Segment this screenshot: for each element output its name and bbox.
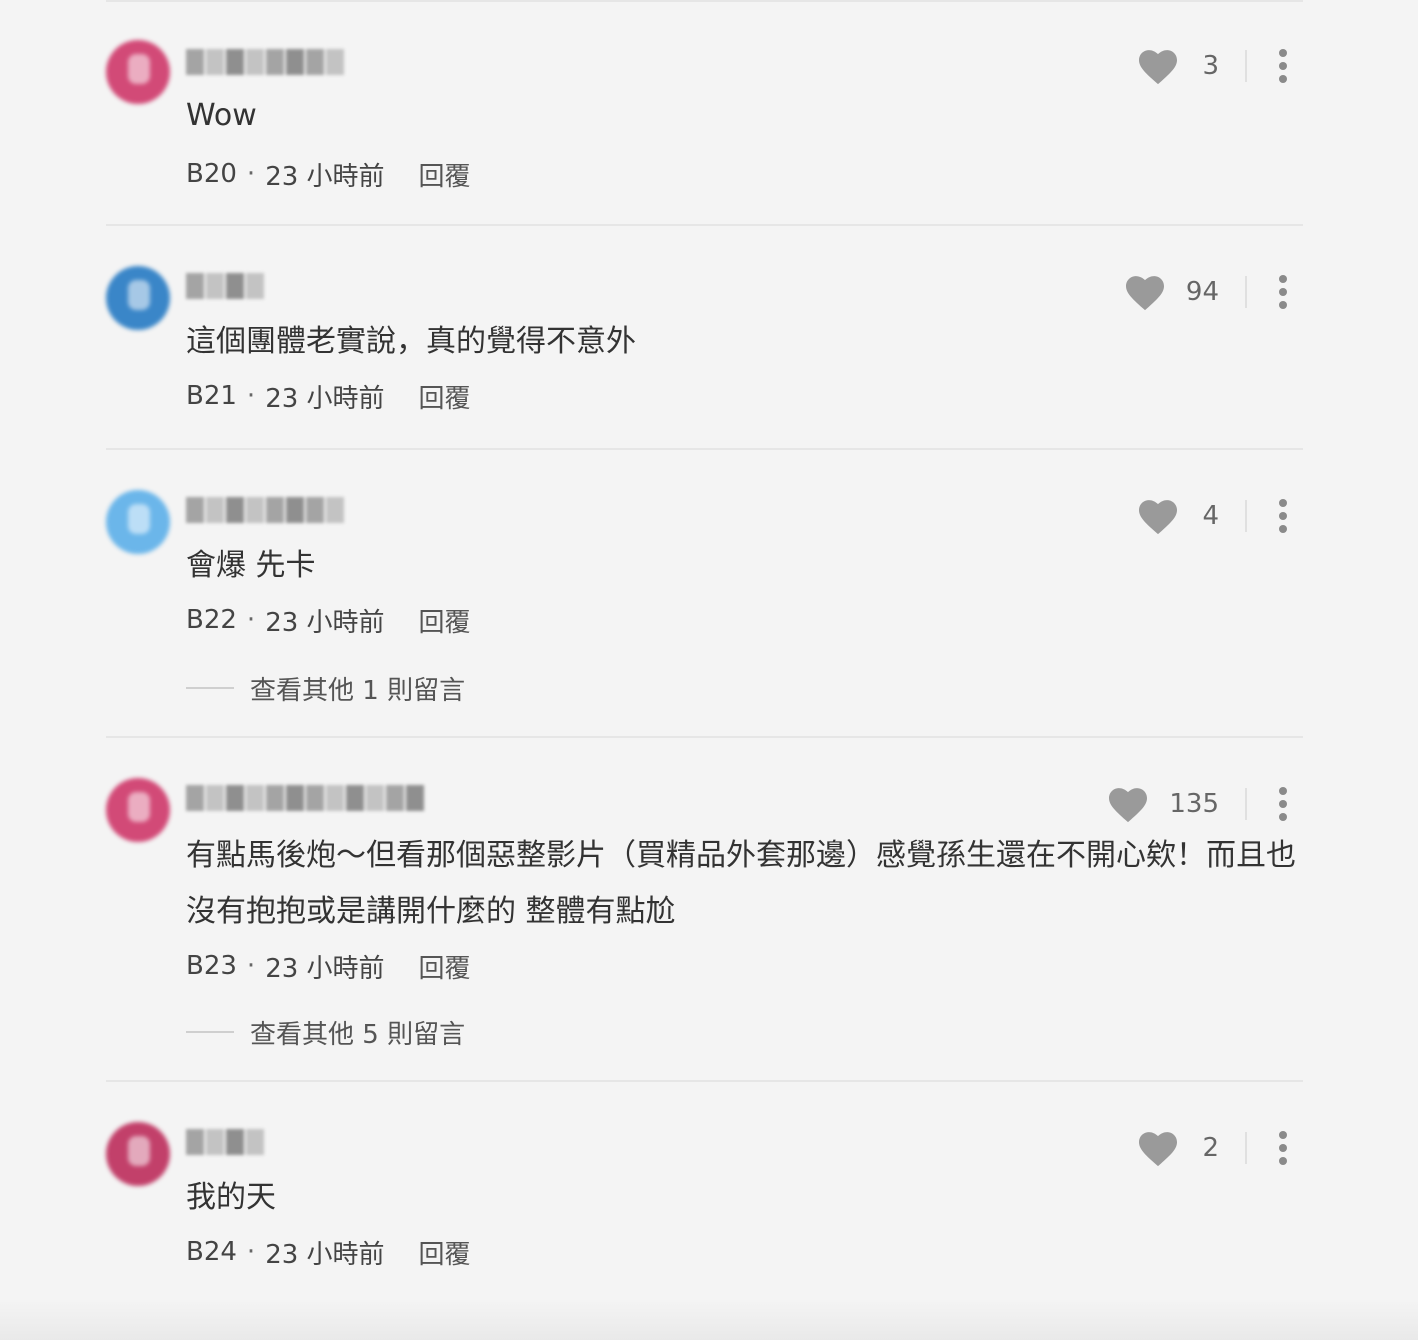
timestamp: 23 小時前 (265, 161, 385, 192)
comment-actions: 94 (1124, 272, 1289, 312)
reply-button[interactable]: 回覆 (419, 948, 471, 985)
like-count: 4 (1202, 501, 1219, 531)
divider (1245, 500, 1247, 532)
view-more-replies[interactable]: 查看其他 5 則留言 (186, 1012, 465, 1052)
comment-item: 2 我的天 B24 · 23 小時前 回覆 (106, 1082, 1303, 1308)
heart-icon[interactable] (1107, 785, 1149, 823)
view-more-replies[interactable]: 查看其他 1 則留言 (186, 668, 465, 708)
comment-item: 4 會爆 先卡 B22 · 23 小時前 回覆 查看其他 1 則留言 (106, 450, 1303, 738)
more-vertical-icon[interactable] (1277, 499, 1289, 533)
more-vertical-icon[interactable] (1277, 1131, 1289, 1165)
username-blurred[interactable] (186, 1126, 264, 1158)
comment-actions: 135 (1107, 784, 1289, 824)
divider (1245, 276, 1247, 308)
more-vertical-icon[interactable] (1277, 275, 1289, 309)
comment-item: 3 Wow B20 · 23 小時前 回覆 (106, 0, 1303, 226)
timestamp: 23 小時前 (265, 953, 385, 984)
more-replies-line (186, 1031, 234, 1033)
avatar[interactable] (106, 266, 170, 330)
reply-button[interactable]: 回覆 (419, 156, 471, 193)
divider (1245, 50, 1247, 82)
username-blurred[interactable] (186, 494, 344, 526)
avatar[interactable] (106, 778, 170, 842)
floor-number: B22 (186, 605, 237, 635)
heart-icon[interactable] (1137, 497, 1179, 535)
comment-meta: B24 · 23 小時前 回覆 (186, 1232, 471, 1272)
timestamp: 23 小時前 (265, 1239, 385, 1270)
reply-button[interactable]: 回覆 (419, 378, 471, 415)
comment-item: 94 這個團體老實說，真的覺得不意外 B21 · 23 小時前 回覆 (106, 226, 1303, 450)
more-vertical-icon[interactable] (1277, 49, 1289, 83)
comment-meta: B20 · 23 小時前 回覆 (186, 154, 471, 194)
like-count: 2 (1202, 1133, 1219, 1163)
comment-actions: 2 (1137, 1128, 1289, 1168)
divider (1245, 788, 1247, 820)
heart-icon[interactable] (1137, 1129, 1179, 1167)
more-vertical-icon[interactable] (1277, 787, 1289, 821)
timestamp: 23 小時前 (265, 383, 385, 414)
avatar[interactable] (106, 490, 170, 554)
meta-separator: · (246, 1237, 256, 1267)
floor-number: B21 (186, 381, 237, 411)
comment-text: 有點馬後炮～但看那個惡整影片（買精品外套那邊）感覺孫生還在不開心欸！而且也沒有抱… (186, 838, 1296, 929)
more-replies-label: 查看其他 1 則留言 (250, 675, 466, 706)
comment-text: Wow (186, 98, 257, 133)
comment-text: 會爆 先卡 (186, 548, 316, 583)
comment-item: 135 有點馬後炮～但看那個惡整影片（買精品外套那邊）感覺孫生還在不開心欸！而且… (106, 738, 1303, 1082)
avatar[interactable] (106, 1122, 170, 1186)
timestamp: 23 小時前 (265, 607, 385, 638)
like-count: 94 (1185, 277, 1219, 307)
meta-separator: · (246, 159, 256, 189)
like-count: 135 (1169, 789, 1219, 819)
more-replies-label: 查看其他 5 則留言 (250, 1019, 466, 1050)
comment-meta: B21 · 23 小時前 回覆 (186, 376, 471, 416)
comment-meta: B23 · 23 小時前 回覆 (186, 946, 471, 986)
meta-separator: · (246, 381, 256, 411)
comment-meta: B22 · 23 小時前 回覆 (186, 600, 471, 640)
reply-button[interactable]: 回覆 (419, 602, 471, 639)
more-replies-line (186, 687, 234, 689)
comment-actions: 3 (1137, 46, 1289, 86)
comment-list: 3 Wow B20 · 23 小時前 回覆 94 這個團體老實說，真的覺得不意外… (106, 0, 1303, 1308)
floor-number: B24 (186, 1237, 237, 1267)
like-count: 3 (1202, 51, 1219, 81)
meta-separator: · (246, 951, 256, 981)
username-blurred[interactable] (186, 46, 344, 78)
reply-button[interactable]: 回覆 (419, 1234, 471, 1271)
meta-separator: · (246, 605, 256, 635)
floor-number: B20 (186, 159, 237, 189)
username-blurred[interactable] (186, 782, 424, 814)
heart-icon[interactable] (1137, 47, 1179, 85)
heart-icon[interactable] (1124, 273, 1166, 311)
comment-text: 這個團體老實說，真的覺得不意外 (186, 324, 636, 359)
floor-number: B23 (186, 951, 237, 981)
bottom-fade (0, 1300, 1418, 1340)
comment-text: 我的天 (186, 1180, 276, 1215)
username-blurred[interactable] (186, 270, 264, 302)
avatar[interactable] (106, 40, 170, 104)
comment-actions: 4 (1137, 496, 1289, 536)
divider (1245, 1132, 1247, 1164)
